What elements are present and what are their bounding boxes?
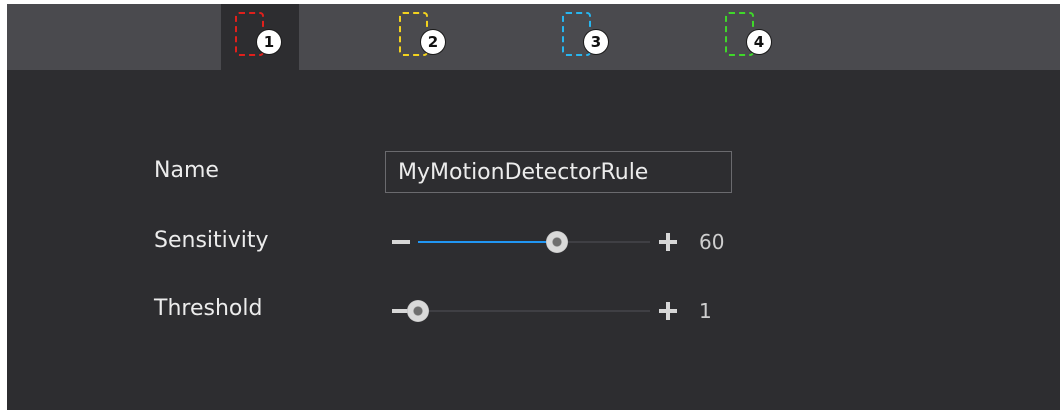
tab-region-3-number: 3 xyxy=(584,30,608,54)
threshold-slider-handle[interactable] xyxy=(407,300,429,322)
sensitivity-label: Sensitivity xyxy=(154,228,269,253)
sensitivity-minus-icon[interactable] xyxy=(392,240,410,244)
tab-region-4-number: 4 xyxy=(747,30,771,54)
tab-region-4[interactable]: 4 xyxy=(711,4,789,70)
threshold-slider[interactable] xyxy=(407,300,650,322)
tab-region-3[interactable]: 3 xyxy=(548,4,626,70)
threshold-value: 1 xyxy=(699,299,712,323)
region-tab-bar: 1 2 3 4 xyxy=(7,4,1060,70)
sensitivity-value: 60 xyxy=(699,230,725,254)
tab-region-2-number: 2 xyxy=(421,30,445,54)
name-input[interactable] xyxy=(385,151,732,193)
tab-region-2[interactable]: 2 xyxy=(385,4,463,70)
name-label: Name xyxy=(154,158,219,183)
sensitivity-slider-handle[interactable] xyxy=(546,231,569,253)
tab-region-1[interactable]: 1 xyxy=(221,4,299,70)
threshold-plus-icon[interactable] xyxy=(659,302,677,320)
sensitivity-slider-fill xyxy=(418,241,558,243)
sensitivity-slider[interactable] xyxy=(418,231,650,253)
threshold-label: Threshold xyxy=(154,296,263,321)
motion-detection-panel: 1 2 3 4 Name Sensitivity 60 Threshold 1 xyxy=(7,4,1060,410)
sensitivity-plus-icon[interactable] xyxy=(659,233,677,251)
tab-region-1-number: 1 xyxy=(257,30,281,54)
